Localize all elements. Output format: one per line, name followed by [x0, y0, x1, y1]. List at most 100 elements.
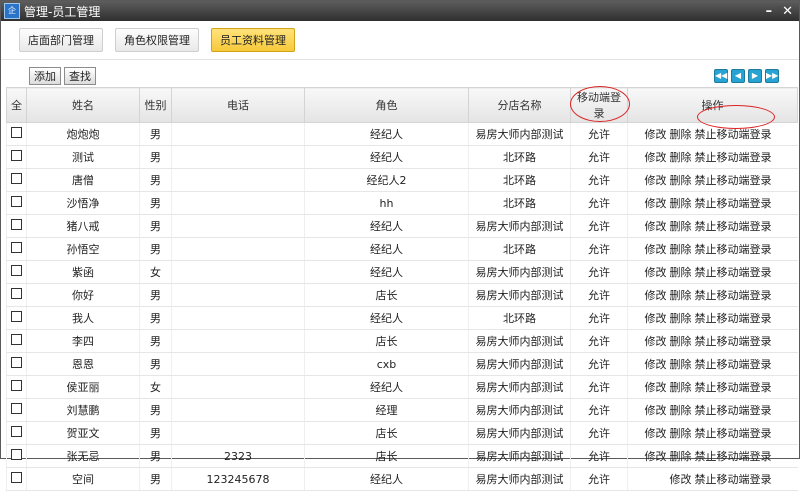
first-page-icon[interactable]: ◀◀ [714, 69, 728, 83]
cell-actions: 修改 删除 禁止移动端登录 [627, 283, 798, 307]
prev-page-icon[interactable]: ◀ [731, 69, 745, 83]
edit-link[interactable]: 修改 [645, 404, 667, 417]
next-page-icon[interactable]: ▶ [748, 69, 762, 83]
row-checkbox[interactable] [11, 311, 22, 322]
disable-mobile-login-link[interactable]: 禁止移动端登录 [695, 128, 772, 141]
cell-role: 店长 [304, 421, 469, 445]
minimize-icon[interactable]: – [766, 4, 773, 19]
edit-link[interactable]: 修改 [645, 335, 667, 348]
edit-link[interactable]: 修改 [645, 266, 667, 279]
cell-role: 店长 [304, 444, 469, 468]
row-checkbox[interactable] [11, 196, 22, 207]
row-checkbox[interactable] [11, 150, 22, 161]
row-checkbox[interactable] [11, 219, 22, 230]
row-checkbox[interactable] [11, 288, 22, 299]
window-title: 管理-员工管理 [24, 4, 101, 19]
cell-phone [171, 306, 305, 330]
disable-mobile-login-link[interactable]: 禁止移动端登录 [695, 381, 772, 394]
cell-actions: 修改 删除 禁止移动端登录 [627, 375, 798, 399]
row-select-cell [6, 444, 27, 468]
add-button[interactable]: 添加 [29, 67, 61, 85]
row-checkbox[interactable] [11, 357, 22, 368]
cell-role: 经纪人 [304, 306, 469, 330]
edit-link[interactable]: 修改 [645, 220, 667, 233]
row-select-cell [6, 467, 27, 491]
row-checkbox[interactable] [11, 449, 22, 460]
search-button[interactable]: 查找 [64, 67, 96, 85]
edit-link[interactable]: 修改 [670, 473, 692, 486]
cell-actions: 修改 删除 禁止移动端登录 [627, 214, 798, 238]
row-checkbox[interactable] [11, 403, 22, 414]
row-select-cell [6, 329, 27, 353]
cell-phone [171, 260, 305, 284]
delete-link[interactable]: 删除 [670, 404, 692, 417]
delete-link[interactable]: 删除 [670, 220, 692, 233]
row-checkbox[interactable] [11, 472, 22, 483]
disable-mobile-login-link[interactable]: 禁止移动端登录 [695, 358, 772, 371]
delete-link[interactable]: 删除 [670, 243, 692, 256]
delete-link[interactable]: 删除 [670, 450, 692, 463]
disable-mobile-login-link[interactable]: 禁止移动端登录 [695, 197, 772, 210]
cell-store: 北环路 [468, 237, 571, 261]
table-row: 你好男店长 易房大师内部测试 允许 修改 删除 禁止移动端登录 [6, 283, 798, 307]
tab-role-permissions[interactable]: 角色权限管理 [115, 28, 199, 52]
edit-link[interactable]: 修改 [645, 427, 667, 440]
table-row: 孙悟空男经纪人 北环路 允许 修改 删除 禁止移动端登录 [6, 237, 798, 261]
delete-link[interactable]: 删除 [670, 197, 692, 210]
row-checkbox[interactable] [11, 265, 22, 276]
delete-link[interactable]: 删除 [670, 266, 692, 279]
disable-mobile-login-link[interactable]: 禁止移动端登录 [695, 243, 772, 256]
cell-mobile-login: 允许 [570, 283, 628, 307]
disable-mobile-login-link[interactable]: 禁止移动端登录 [695, 174, 772, 187]
edit-link[interactable]: 修改 [645, 243, 667, 256]
close-icon[interactable]: ✕ [782, 4, 793, 19]
disable-mobile-login-link[interactable]: 禁止移动端登录 [695, 450, 772, 463]
disable-mobile-login-link[interactable]: 禁止移动端登录 [695, 266, 772, 279]
disable-mobile-login-link[interactable]: 禁止移动端登录 [695, 335, 772, 348]
edit-link[interactable]: 修改 [645, 381, 667, 394]
cell-store: 易房大师内部测试 [468, 260, 571, 284]
edit-link[interactable]: 修改 [645, 289, 667, 302]
delete-link[interactable]: 删除 [670, 174, 692, 187]
tab-employee-profiles[interactable]: 员工资料管理 [211, 28, 295, 52]
delete-link[interactable]: 删除 [670, 289, 692, 302]
row-checkbox[interactable] [11, 127, 22, 138]
cell-mobile-login: 允许 [570, 168, 628, 192]
delete-link[interactable]: 删除 [670, 427, 692, 440]
cell-role: 经理 [304, 398, 469, 422]
cell-actions: 修改 删除 禁止移动端登录 [627, 237, 798, 261]
disable-mobile-login-link[interactable]: 禁止移动端登录 [695, 404, 772, 417]
row-checkbox[interactable] [11, 334, 22, 345]
tab-store-departments[interactable]: 店面部门管理 [19, 28, 103, 52]
row-checkbox[interactable] [11, 173, 22, 184]
edit-link[interactable]: 修改 [645, 450, 667, 463]
disable-mobile-login-link[interactable]: 禁止移动端登录 [695, 473, 772, 486]
delete-link[interactable]: 删除 [670, 358, 692, 371]
delete-link[interactable]: 删除 [670, 151, 692, 164]
delete-link[interactable]: 删除 [670, 381, 692, 394]
disable-mobile-login-link[interactable]: 禁止移动端登录 [695, 151, 772, 164]
row-checkbox[interactable] [11, 426, 22, 437]
edit-link[interactable]: 修改 [645, 312, 667, 325]
row-select-cell [6, 421, 27, 445]
cell-role: 经纪人 [304, 122, 469, 146]
cell-phone [171, 237, 305, 261]
table-body: 炮炮炮男经纪人 易房大师内部测试 允许 修改 删除 禁止移动端登录 测试男经纪人 北环路 允许修… [6, 122, 798, 491]
edit-link[interactable]: 修改 [645, 358, 667, 371]
header-select-all[interactable]: 全 [6, 87, 27, 123]
row-checkbox[interactable] [11, 380, 22, 391]
delete-link[interactable]: 删除 [670, 335, 692, 348]
edit-link[interactable]: 修改 [645, 197, 667, 210]
table-row: 侯亚丽女经纪人 易房大师内部测试 允许 修改 删除 禁止移动端登录 [6, 375, 798, 399]
edit-link[interactable]: 修改 [645, 151, 667, 164]
last-page-icon[interactable]: ▶▶ [765, 69, 779, 83]
disable-mobile-login-link[interactable]: 禁止移动端登录 [695, 289, 772, 302]
disable-mobile-login-link[interactable]: 禁止移动端登录 [695, 427, 772, 440]
edit-link[interactable]: 修改 [645, 128, 667, 141]
row-checkbox[interactable] [11, 242, 22, 253]
delete-link[interactable]: 删除 [670, 128, 692, 141]
delete-link[interactable]: 删除 [670, 312, 692, 325]
edit-link[interactable]: 修改 [645, 174, 667, 187]
disable-mobile-login-link[interactable]: 禁止移动端登录 [695, 312, 772, 325]
disable-mobile-login-link[interactable]: 禁止移动端登录 [695, 220, 772, 233]
